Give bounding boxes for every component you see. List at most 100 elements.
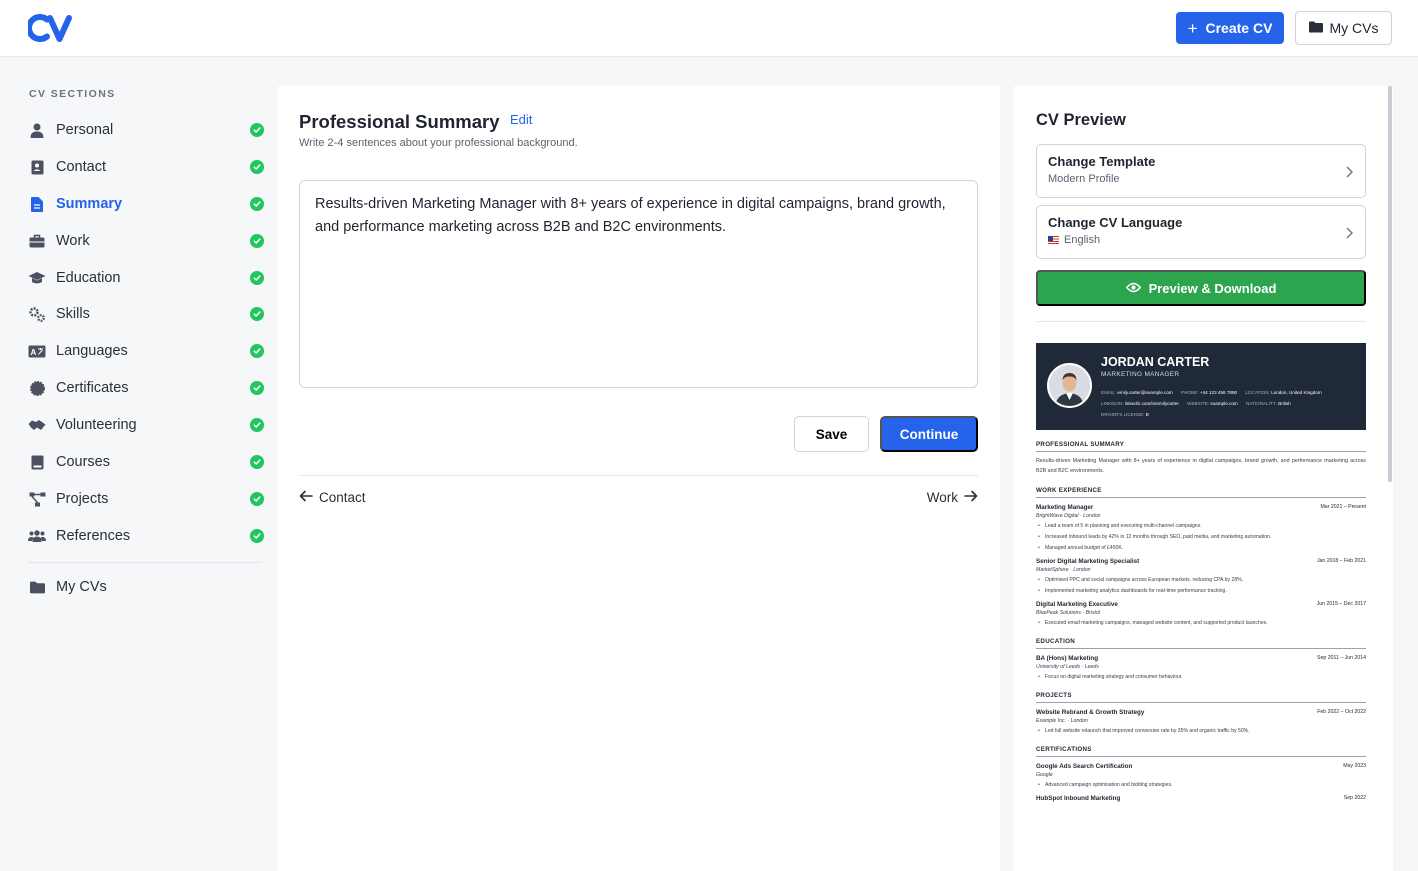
cv-role: MARKETING MANAGER — [1101, 371, 1180, 378]
arrow-left-icon — [299, 490, 313, 505]
language-icon: A — [28, 342, 46, 360]
cv-work-heading: WORK EXPERIENCE — [1036, 487, 1366, 498]
change-template-card[interactable]: Change Template Modern Profile — [1036, 144, 1366, 198]
sidebar-item-summary[interactable]: Summary — [28, 191, 264, 217]
sidebar-item-courses[interactable]: Courses — [28, 449, 264, 475]
cv-entry: Senior Digital Marketing Specialist Jan 2… — [1036, 558, 1366, 595]
sidebar-item-my-cvs[interactable]: My CVs — [28, 574, 264, 600]
sidebar-item-certificates[interactable]: Certificates — [28, 375, 264, 401]
cv-entry: Website Rebrand & Growth Strategy Feb 202… — [1036, 709, 1366, 735]
cv-entry: BA (Hons) Marketing Sep 2011 – Jun 2014 Un… — [1036, 655, 1366, 681]
cv-entry-dates: Jun 2015 – Dec 2017 — [1316, 601, 1366, 607]
check-circle-icon — [250, 529, 264, 543]
edit-title-link[interactable]: Edit — [510, 112, 532, 127]
change-language-title: Change CV Language — [1048, 215, 1183, 230]
sidebar-item-label: Contact — [56, 159, 106, 175]
cv-contact-info: EMAIL: emily.carter@example.com PHONE: +… — [1101, 390, 1322, 417]
sidebar-item-label: Personal — [56, 122, 114, 138]
chevron-right-icon — [1346, 165, 1353, 183]
cv-entry: HubSpot Inbound Marketing Sep 2022 — [1036, 795, 1366, 802]
cv-entry-title: Marketing Manager — [1036, 504, 1094, 511]
sidebar-item-references[interactable]: References — [28, 523, 264, 549]
cv-entry-bullet: Led full website relaunch that improved … — [1036, 727, 1366, 735]
preview-title: CV Preview — [1036, 111, 1126, 129]
cv-entry-organization: Example Inc. · London — [1036, 718, 1088, 724]
cv-education-heading: EDUCATION — [1036, 638, 1366, 649]
cv-entry-title: Senior Digital Marketing Specialist — [1036, 558, 1140, 565]
cv-logo-icon[interactable] — [26, 12, 72, 44]
check-circle-icon — [250, 307, 264, 321]
cv-header: JORDAN CARTER MARKETING MANAGER EMAIL: e… — [1036, 343, 1366, 430]
cv-entry-bullet: Executed email marketing campaigns, mana… — [1036, 619, 1366, 627]
next-section-label: Work — [926, 490, 958, 505]
project-diagram-icon — [28, 490, 46, 508]
preview-download-button[interactable]: Preview & Download — [1036, 270, 1366, 306]
create-cv-label: Create CV — [1205, 20, 1273, 36]
create-cv-button[interactable]: + Create CV — [1176, 12, 1284, 44]
folder-icon — [28, 578, 46, 596]
cv-entry-dates: Mar 2021 – Present — [1320, 504, 1366, 510]
sidebar-item-work[interactable]: Work — [28, 228, 264, 254]
users-icon — [28, 527, 46, 545]
graduation-cap-icon — [28, 269, 46, 287]
plus-icon: + — [1187, 18, 1198, 38]
cv-summary-text: Results-driven Marketing Manager with 8+… — [1036, 458, 1366, 474]
sidebar: CV SECTIONS Personal Contact Summary Work Ed… — [0, 58, 278, 871]
sidebar-item-label: Certificates — [56, 380, 129, 396]
continue-button[interactable]: Continue — [880, 416, 978, 452]
sidebar-item-label: Summary — [56, 196, 123, 212]
top-bar: + Create CV My CVs — [0, 0, 1418, 57]
preview-divider — [1036, 321, 1366, 322]
my-cvs-button[interactable]: My CVs — [1295, 11, 1392, 45]
check-circle-icon — [250, 418, 264, 432]
check-circle-icon — [250, 492, 264, 506]
check-circle-icon — [250, 381, 264, 395]
cv-entry-organization: Google — [1036, 772, 1053, 778]
cv-entry-dates: Feb 2022 – Oct 2022 — [1317, 709, 1366, 715]
cv-entry-dates: Sep 2022 — [1343, 795, 1366, 801]
change-template-title: Change Template — [1048, 154, 1156, 169]
summary-textarea[interactable]: Results-driven Marketing Manager with 8+… — [299, 180, 978, 388]
book-icon — [28, 453, 46, 471]
next-section-link[interactable]: Work — [927, 490, 978, 505]
certificate-icon — [28, 379, 46, 397]
cv-entry: Google Ads Search Certification May 2023 G… — [1036, 763, 1366, 789]
sidebar-item-education[interactable]: Education — [28, 265, 264, 291]
save-button[interactable]: Save — [794, 416, 869, 452]
sidebar-item-skills[interactable]: Skills — [28, 301, 264, 327]
cv-entry-bullet: Managed annual budget of £450K. — [1036, 544, 1366, 552]
sidebar-item-label: Skills — [56, 306, 90, 322]
contact-card-icon — [28, 158, 46, 176]
sidebar-item-projects[interactable]: Projects — [28, 486, 264, 512]
cv-entry-dates: Sep 2011 – Jun 2014 — [1317, 655, 1366, 661]
sidebar-item-personal[interactable]: Personal — [28, 117, 264, 143]
gears-icon — [28, 305, 46, 323]
cv-entry-organization: MarketSphere · London — [1036, 567, 1091, 573]
cv-entry-organization: BrightWave Digital · London — [1036, 513, 1101, 519]
check-circle-icon — [250, 197, 264, 211]
cv-summary-heading: PROFESSIONAL SUMMARY — [1036, 441, 1366, 452]
sidebar-heading: CV SECTIONS — [29, 88, 116, 100]
sidebar-item-languages[interactable]: A Languages — [28, 338, 264, 364]
previous-section-link[interactable]: Contact — [299, 490, 366, 505]
check-circle-icon — [250, 271, 264, 285]
svg-text:A: A — [31, 348, 37, 357]
change-language-card[interactable]: Change CV Language English — [1036, 205, 1366, 259]
cv-entry-title: BA (Hons) Marketing — [1036, 655, 1099, 662]
sidebar-item-label: My CVs — [56, 579, 107, 595]
cv-entry-bullet: Implemented marketing analytics dashboar… — [1036, 587, 1366, 595]
cv-entry-bullet: Increased inbound leads by 42% in 12 mon… — [1036, 533, 1366, 541]
check-circle-icon — [250, 344, 264, 358]
preview-scrollbar[interactable] — [1388, 86, 1392, 482]
cv-certifications-heading: CERTIFICATIONS — [1036, 746, 1366, 757]
sidebar-item-label: Languages — [56, 343, 128, 359]
sidebar-item-contact[interactable]: Contact — [28, 154, 264, 180]
cv-entry-title: Google Ads Search Certification — [1036, 763, 1133, 770]
cv-entry-dates: May 2023 — [1343, 763, 1366, 769]
sidebar-item-label: Work — [56, 233, 90, 249]
check-circle-icon — [250, 234, 264, 248]
sidebar-item-volunteering[interactable]: Volunteering — [28, 412, 264, 438]
folder-icon — [1308, 20, 1323, 36]
language-value: English — [1064, 234, 1101, 246]
cv-document-preview[interactable]: JORDAN CARTER MARKETING MANAGER EMAIL: e… — [1036, 343, 1366, 802]
